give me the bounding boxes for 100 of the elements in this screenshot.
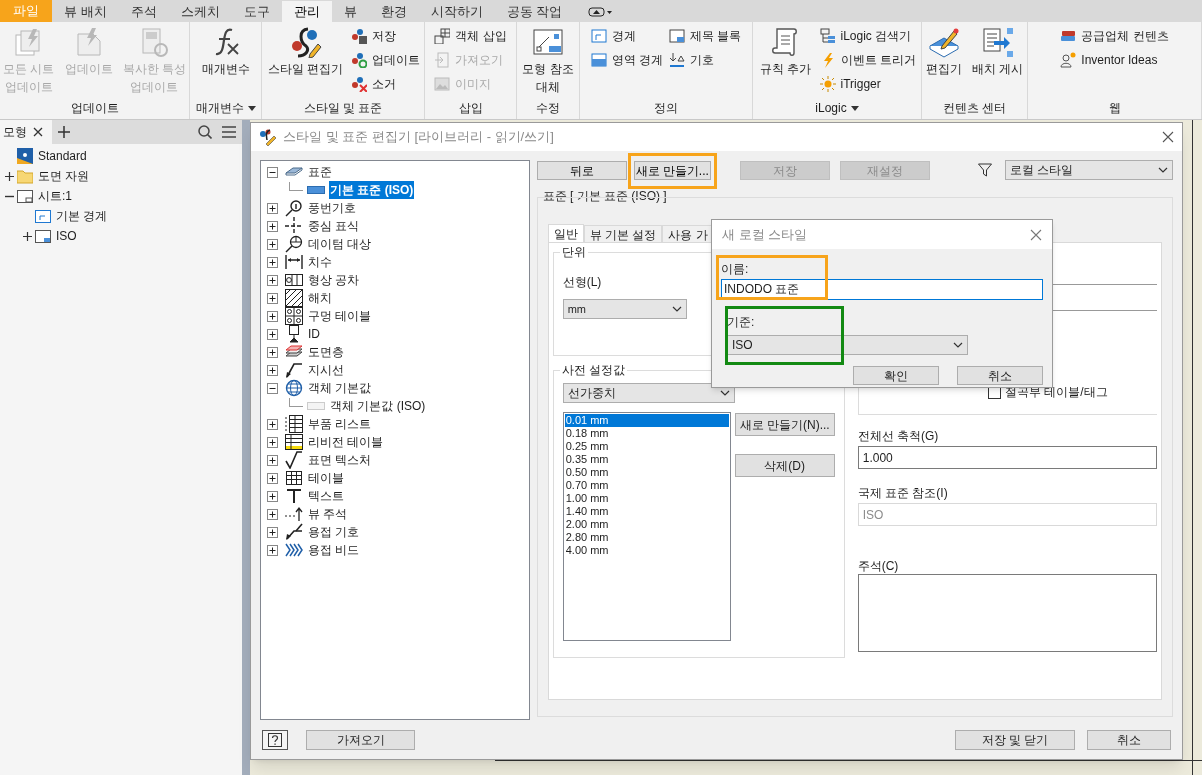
expand-icon[interactable] [267, 328, 278, 340]
list-item[interactable]: 4.00 mm [564, 544, 729, 557]
list-item[interactable]: 2.00 mm [564, 518, 729, 531]
filter-icon[interactable] [978, 163, 992, 177]
expand-icon[interactable] [267, 310, 278, 322]
input-field[interactable]: 1.000 [857, 446, 1157, 469]
dialog-button[interactable]: 저장 및 닫기 [955, 730, 1075, 750]
ribbon-small-button[interactable]: 공급업체 컨텐츠 [1060, 26, 1169, 46]
help-button[interactable] [262, 730, 288, 750]
tree-item[interactable]: ISO [56, 227, 77, 245]
tree-item[interactable]: 용접 비드 [307, 541, 361, 559]
ribbon-small-button[interactable]: Inventor Ideas [1060, 50, 1169, 70]
expand-icon[interactable] [267, 436, 278, 448]
ribbon-small-button[interactable]: 소거 [351, 74, 421, 94]
ribbon-tab[interactable]: 관리 [281, 1, 332, 22]
ribbon-small-button[interactable]: 기호 [669, 50, 742, 70]
tree-item[interactable]: 뷰 주석 [307, 505, 349, 523]
list-item[interactable]: 0.18 mm [564, 427, 729, 440]
tree-item[interactable]: 풍번기호 [307, 199, 357, 217]
ribbon-button[interactable]: 편집기 [923, 26, 964, 78]
tree-item[interactable]: 치수 [307, 253, 333, 271]
tree-item[interactable]: 구멍 테이블 [307, 307, 373, 325]
expand-icon[interactable] [267, 274, 278, 286]
tree-item[interactable]: 도면층 [307, 343, 345, 361]
tree-item[interactable]: 형상 공차 [307, 271, 361, 289]
tree-item[interactable]: 도면 자원 [38, 167, 90, 185]
dialog-tab[interactable]: 일반 [547, 224, 584, 242]
expand-icon[interactable] [267, 472, 278, 484]
list-item[interactable]: 0.35 mm [564, 453, 729, 466]
tree-item[interactable]: 해치 [307, 289, 333, 307]
list-item[interactable]: 0.70 mm [564, 479, 729, 492]
style-tree[interactable]: 표준 기본 표준 (ISO) 풍번기호 중심 표식 데이텀 대상 치수 형상 공차 해치 구멍 테이블 ID 도면층 지시선 객체 기본값 객체 기본값 (ISO) 부품 리스트 리비전 테이블 표면 텍스처 테이블 텍스트 뷰 주석 용접 기호 용접 비드 [260, 160, 530, 720]
expand-icon[interactable] [267, 526, 278, 538]
preset-type-dropdown[interactable]: 선가중치 [562, 383, 735, 403]
ribbon-tab[interactable]: 도구 [231, 1, 282, 22]
tree-item[interactable]: 부품 리스트 [307, 415, 373, 433]
ribbon-button[interactable]: 배치 게시 [969, 26, 1026, 78]
expand-icon[interactable] [267, 544, 278, 556]
dialog-button[interactable]: 취소 [957, 366, 1043, 385]
tree-item[interactable]: 기본 경계 [56, 207, 108, 225]
expand-icon[interactable] [267, 292, 278, 304]
ribbon-button[interactable]: 모형 참조 대체 [520, 26, 576, 96]
add-icon[interactable] [58, 126, 70, 138]
ribbon-button[interactable]: 규칙 추가 [758, 26, 814, 78]
input-field[interactable]: INDODO 표준 [721, 279, 1043, 300]
ribbon-small-button[interactable]: 객체 삽입 [434, 26, 507, 46]
expand-icon[interactable] [267, 364, 278, 376]
expand-icon[interactable] [267, 238, 278, 250]
tree-item[interactable]: 시트:1 [38, 187, 72, 205]
ribbon-tab[interactable]: 환경 [368, 1, 419, 22]
panel-toggle-icon[interactable] [588, 6, 613, 17]
expand-icon[interactable] [267, 202, 278, 214]
dialog-button[interactable]: 취소 [1087, 730, 1171, 750]
tree-item[interactable]: 리비전 테이블 [307, 433, 385, 451]
collapse-icon[interactable] [267, 382, 278, 394]
close-icon[interactable] [33, 127, 43, 137]
tree-item[interactable]: 테이블 [307, 469, 345, 487]
filter-dropdown[interactable]: 로컬 스타일 [1005, 160, 1173, 180]
list-item[interactable]: 0.01 mm [564, 414, 729, 427]
ribbon-small-button[interactable]: 경계 [590, 26, 663, 46]
ribbon-small-button[interactable]: 제목 블록 [669, 26, 742, 46]
expand-icon[interactable] [267, 508, 278, 520]
list-item[interactable]: 1.40 mm [564, 505, 729, 518]
tree-item[interactable]: 표면 텍스처 [307, 451, 373, 469]
browser-tab[interactable]: 모형 [0, 120, 52, 144]
list-item[interactable]: 1.00 mm [564, 492, 729, 505]
tree-item[interactable]: 중심 표식 [307, 217, 361, 235]
tree-item[interactable]: 데이텀 대상 [307, 235, 373, 253]
close-icon[interactable] [1162, 131, 1174, 143]
base-dropdown[interactable]: ISO [727, 335, 968, 355]
ribbon-button[interactable]: 스타일 편집기 [265, 26, 346, 78]
unit-dropdown[interactable]: mm [562, 299, 687, 319]
preset-list[interactable]: 0.01 mm 0.18 mm 0.25 mm 0.35 mm 0.50 mm 0.70 mm 1.00 mm 1.40 mm 2.00 mm 2.80 mm 4.00 mm [562, 412, 731, 641]
dialog-button[interactable]: 새로 만들기(N)... [734, 413, 835, 436]
ribbon-small-button[interactable]: 업데이트 [351, 50, 421, 70]
list-item[interactable]: 2.80 mm [564, 531, 729, 544]
dialog-button[interactable]: 가져오기 [306, 730, 415, 750]
notes-text-area[interactable] [857, 574, 1157, 652]
expand-icon[interactable] [22, 231, 32, 241]
collapse-icon[interactable] [267, 166, 278, 178]
dialog-tab[interactable]: 사용 가 [662, 225, 714, 242]
ribbon-tab[interactable]: 주석 [118, 1, 169, 22]
dialog-button[interactable]: 확인 [853, 366, 939, 385]
tree-item[interactable]: 표준 [307, 163, 333, 181]
ribbon-small-button[interactable]: 영역 경계 [590, 50, 663, 70]
dialog-button[interactable]: 삭제(D) [734, 454, 835, 477]
toolbar-button[interactable]: 뒤로 [536, 160, 627, 180]
tree-item[interactable]: 객체 기본값 [307, 379, 373, 397]
expand-icon[interactable] [267, 256, 278, 268]
dropdown-arrow-icon[interactable] [247, 105, 256, 111]
tree-item[interactable]: 용접 기호 [307, 523, 361, 541]
ribbon-tab[interactable]: 시작하기 [418, 1, 495, 22]
tree-item[interactable]: 객체 기본값 (ISO) [329, 397, 427, 415]
list-item[interactable]: 0.50 mm [564, 466, 729, 479]
tree-item[interactable]: 텍스트 [307, 487, 345, 505]
ribbon-tab[interactable]: 뷰 배치 [52, 1, 119, 22]
tree-item[interactable]: 지시선 [307, 361, 345, 379]
dropdown-arrow-icon[interactable] [850, 105, 859, 111]
expand-icon[interactable] [267, 454, 278, 466]
ribbon-tab[interactable]: 공동 작업 [494, 1, 575, 22]
